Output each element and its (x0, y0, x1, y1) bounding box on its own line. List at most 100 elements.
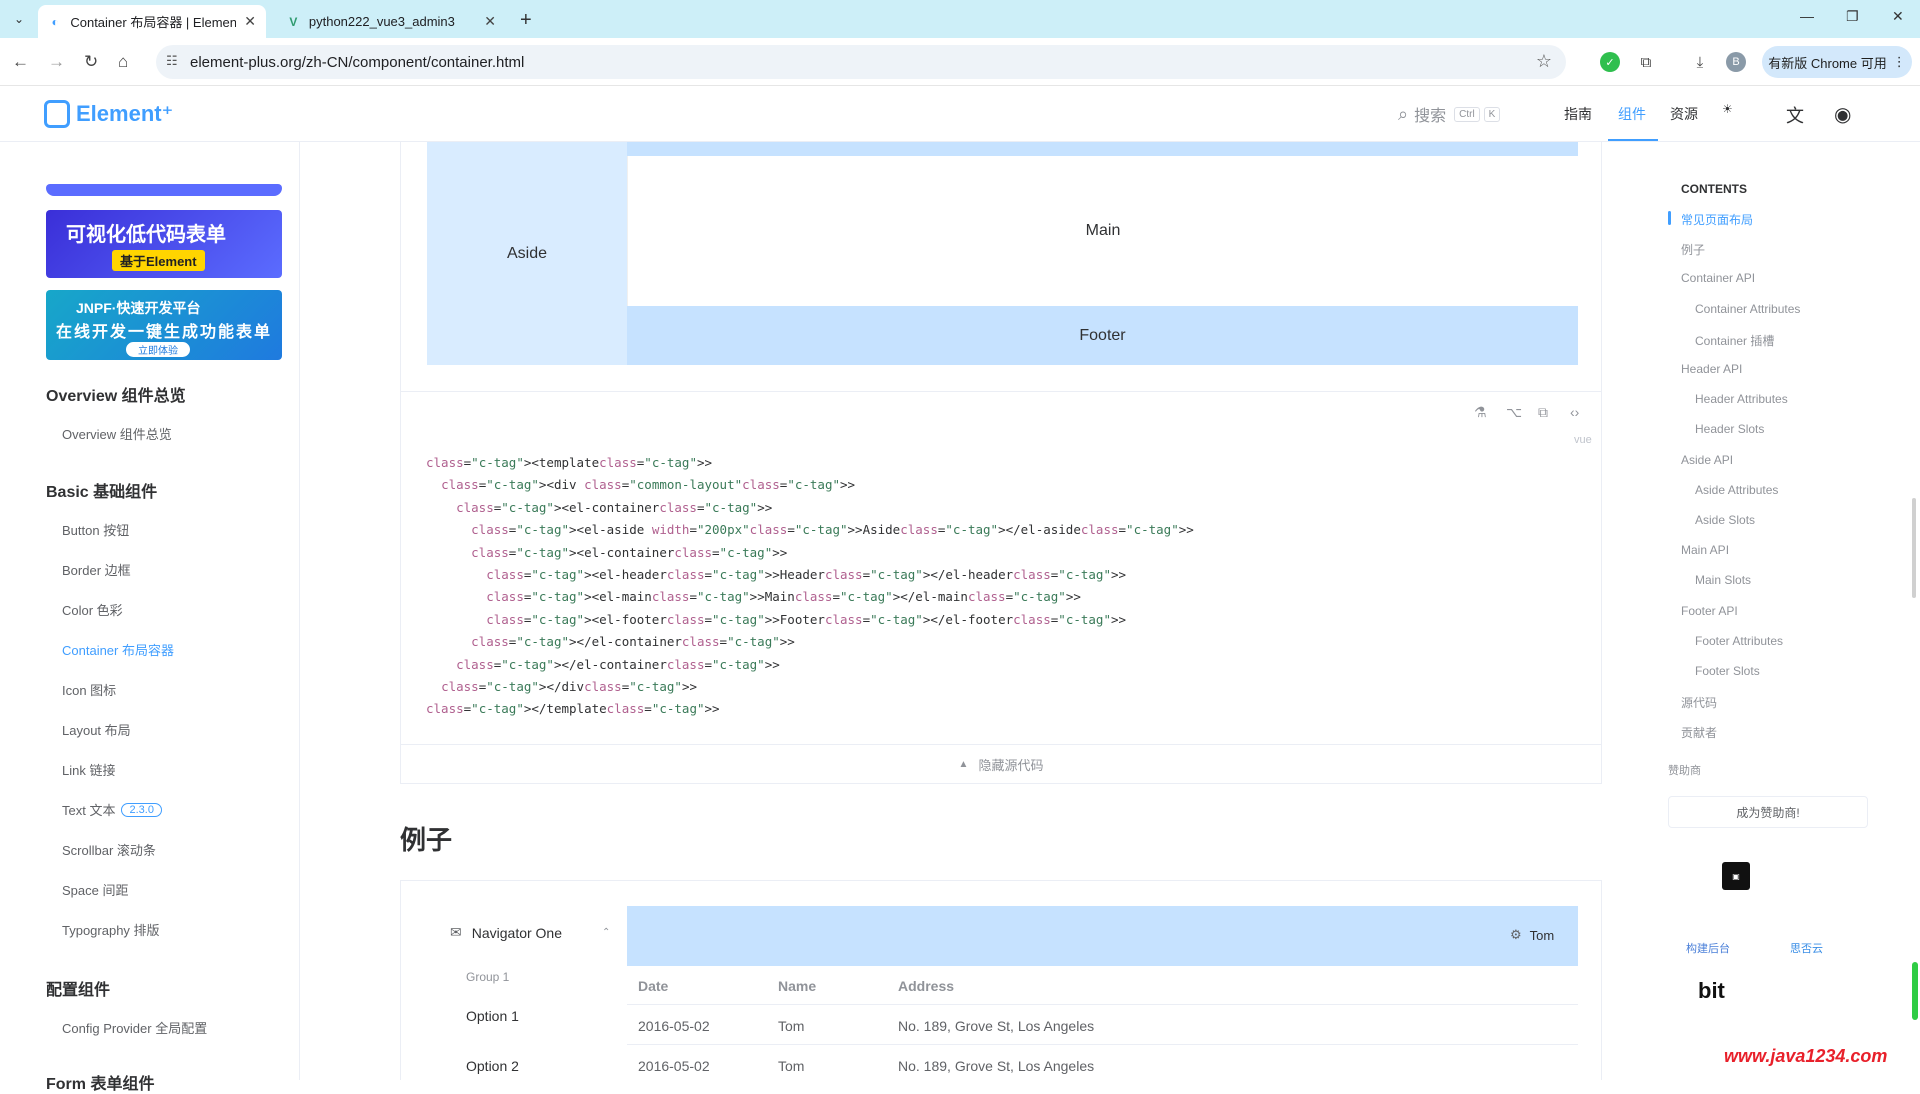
bookmark-star-icon[interactable]: ☆ (1536, 51, 1552, 72)
cell-name: Tom (778, 1058, 805, 1074)
tab-title: python222_vue3_admin3 (308, 14, 455, 29)
toc-item[interactable]: Aside Slots (1695, 513, 1755, 527)
close-tab-icon[interactable]: ✕ (244, 13, 256, 30)
ad-cta: 立即体验 (126, 342, 190, 357)
sidebar-item-scrollbar[interactable]: Scrollbar 滚动条 (62, 840, 156, 859)
sidebar-item-color[interactable]: Color 色彩 (62, 600, 123, 619)
address-bar[interactable]: ☷ element-plus.org/zh-CN/component/conta… (156, 45, 1566, 79)
tab-container-docs[interactable]: ◐ Container 布局容器 | Element Plus ✕ (38, 5, 266, 38)
sponsor-logo-block[interactable]: ▣ (1722, 862, 1750, 890)
menu-option-1[interactable]: Option 1 (466, 1008, 519, 1024)
toc-item[interactable]: 例子 (1681, 241, 1705, 258)
new-tab-button[interactable]: + (520, 9, 532, 32)
toggle-code-icon[interactable]: ‹› (1570, 404, 1579, 420)
profile-avatar[interactable]: B (1726, 52, 1746, 72)
copy-icon[interactable]: ⧉ (1538, 404, 1548, 421)
toc-item[interactable]: Header Slots (1695, 422, 1764, 436)
example-user-menu[interactable]: ⚙ Tom (1510, 927, 1554, 943)
demo-main: Main (627, 156, 1578, 306)
close-window-icon[interactable]: ✕ (1892, 8, 1904, 25)
sidebar-item-typography[interactable]: Typography 排版 (62, 920, 160, 939)
toc-item[interactable]: 贡献者 (1681, 724, 1717, 741)
kbd-k: K (1483, 106, 1501, 122)
toc-item[interactable]: Header API (1681, 362, 1742, 376)
lowcode-ad-banner[interactable]: 可视化低代码表单 基于Element (46, 210, 282, 278)
sidebar-item-layout[interactable]: Layout 布局 (62, 720, 131, 739)
reload-icon[interactable]: ↻ (84, 52, 98, 72)
demo-footer: Footer (627, 306, 1578, 365)
nav-resource[interactable]: 资源 (1670, 104, 1698, 124)
sidebar-item-container[interactable]: Container 布局容器 (62, 640, 174, 659)
github-icon[interactable]: ◉ (1834, 102, 1851, 127)
sidebar-item-button[interactable]: Button 按钮 (62, 520, 129, 539)
sidebar-item-overview[interactable]: Overview 组件总览 (62, 424, 172, 443)
ad-title: 可视化低代码表单 (66, 224, 226, 246)
cell-address: No. 189, Grove St, Los Angeles (898, 1018, 1095, 1034)
sponsor-logo-vform[interactable]: 构建后台 (1686, 940, 1730, 956)
become-sponsor-button[interactable]: 成为赞助商! (1668, 796, 1868, 828)
toc-item[interactable]: Footer Slots (1695, 664, 1760, 678)
restore-icon[interactable]: ❐ (1846, 8, 1859, 25)
chrome-update-button[interactable]: 有新版 Chrome 可用 ⋮ (1762, 46, 1912, 78)
ad-title: JNPF·快速开发平台 (76, 300, 201, 316)
github-edit-icon[interactable]: ⌥ (1506, 404, 1522, 421)
sidebar-item-link[interactable]: Link 链接 (62, 760, 115, 779)
toc-item[interactable]: Aside API (1681, 453, 1733, 467)
toc-item[interactable]: Aside Attributes (1695, 483, 1778, 497)
navigator-one-label: Navigator One (471, 924, 563, 941)
sidebar-item-text[interactable]: Text 文本 2.3.0 (62, 800, 162, 819)
navigator-one-menu[interactable]: ✉ Navigator One ⌃ (450, 924, 610, 941)
toc-item[interactable]: Footer Attributes (1695, 634, 1783, 648)
jnpf-ad-banner[interactable]: JNPF·快速开发平台 在线开发一键生成功能表单 立即体验 (46, 290, 282, 360)
playground-icon[interactable]: ⚗ (1474, 404, 1487, 421)
demo-aside: Aside (427, 142, 627, 365)
hide-source-button[interactable]: ▲ 隐藏源代码 (400, 744, 1602, 784)
extensions-puzzle-icon[interactable]: ⧉ (1636, 52, 1656, 72)
url-text[interactable]: element-plus.org/zh-CN/component/contain… (190, 54, 524, 71)
home-icon[interactable]: ⌂ (118, 52, 128, 72)
sidebar-item-space[interactable]: Space 间距 (62, 880, 128, 899)
tab-search-chevron-icon[interactable]: ⌄ (8, 8, 30, 30)
menu-kebab-icon[interactable]: ⋮ (1893, 54, 1906, 70)
translate-icon[interactable]: 文 (1786, 102, 1804, 128)
source-code[interactable]: class="c-tag"><templateclass="c-tag">> c… (426, 452, 1194, 721)
back-icon[interactable]: ← (12, 52, 29, 72)
minimize-icon[interactable]: — (1800, 8, 1814, 24)
sidebar-item-border[interactable]: Border 边框 (62, 560, 131, 579)
sponsor-banner-top[interactable] (46, 184, 282, 196)
nav-guide[interactable]: 指南 (1564, 104, 1592, 124)
tab-title: Container 布局容器 | Element Plus (70, 15, 237, 30)
menu-option-2[interactable]: Option 2 (466, 1058, 519, 1074)
toc-item[interactable]: Header Attributes (1695, 392, 1788, 406)
nav-component[interactable]: 组件 (1618, 104, 1646, 124)
demo-header (627, 142, 1578, 156)
col-address: Address (898, 978, 955, 994)
page-scrollbar-thumb[interactable] (1912, 498, 1916, 598)
toc-item[interactable]: Container 插槽 (1695, 332, 1774, 349)
component-sidebar: 可视化低代码表单 基于Element JNPF·快速开发平台 在线开发一键生成功… (0, 142, 300, 1093)
toc-item[interactable]: Footer API (1681, 604, 1738, 618)
sponsor-logo-cloud[interactable]: 思否云 (1790, 940, 1823, 956)
toc-item[interactable]: Main Slots (1695, 573, 1751, 587)
tab-admin[interactable]: V python222_vue3_admin3 ✕ (276, 5, 506, 38)
toc-item[interactable]: Main API (1681, 543, 1729, 557)
sidebar-item-config-provider[interactable]: Config Provider 全局配置 (62, 1018, 207, 1037)
sidebar-item-icon[interactable]: Icon 图标 (62, 680, 116, 699)
extension-shield-icon[interactable]: ✓ (1600, 52, 1620, 72)
logo-text: Element⁺ (76, 101, 174, 126)
toc-item[interactable]: 源代码 (1681, 694, 1717, 711)
site-settings-icon[interactable]: ☷ (166, 53, 178, 69)
element-logo[interactable]: Element⁺ (44, 100, 173, 128)
toc-item[interactable]: 常见页面布局 (1681, 211, 1753, 228)
docs-search-button[interactable]: ⌕ 搜索 Ctrl K (1398, 102, 1501, 126)
demo-divider (400, 391, 1602, 392)
settings-gear-icon: ⚙ (1510, 927, 1522, 942)
close-tab-icon[interactable]: ✕ (484, 13, 496, 30)
toc-item[interactable]: Container Attributes (1695, 302, 1800, 316)
download-icon[interactable]: ⤓ (1690, 52, 1710, 72)
sponsor-logo-bit[interactable]: bit (1698, 978, 1725, 1004)
forward-icon[interactable]: → (48, 52, 65, 72)
toc-item[interactable]: Container API (1681, 271, 1755, 285)
theme-toggle-icon[interactable]: ☀ (1722, 102, 1733, 116)
cell-date: 2016-05-02 (638, 1018, 710, 1034)
